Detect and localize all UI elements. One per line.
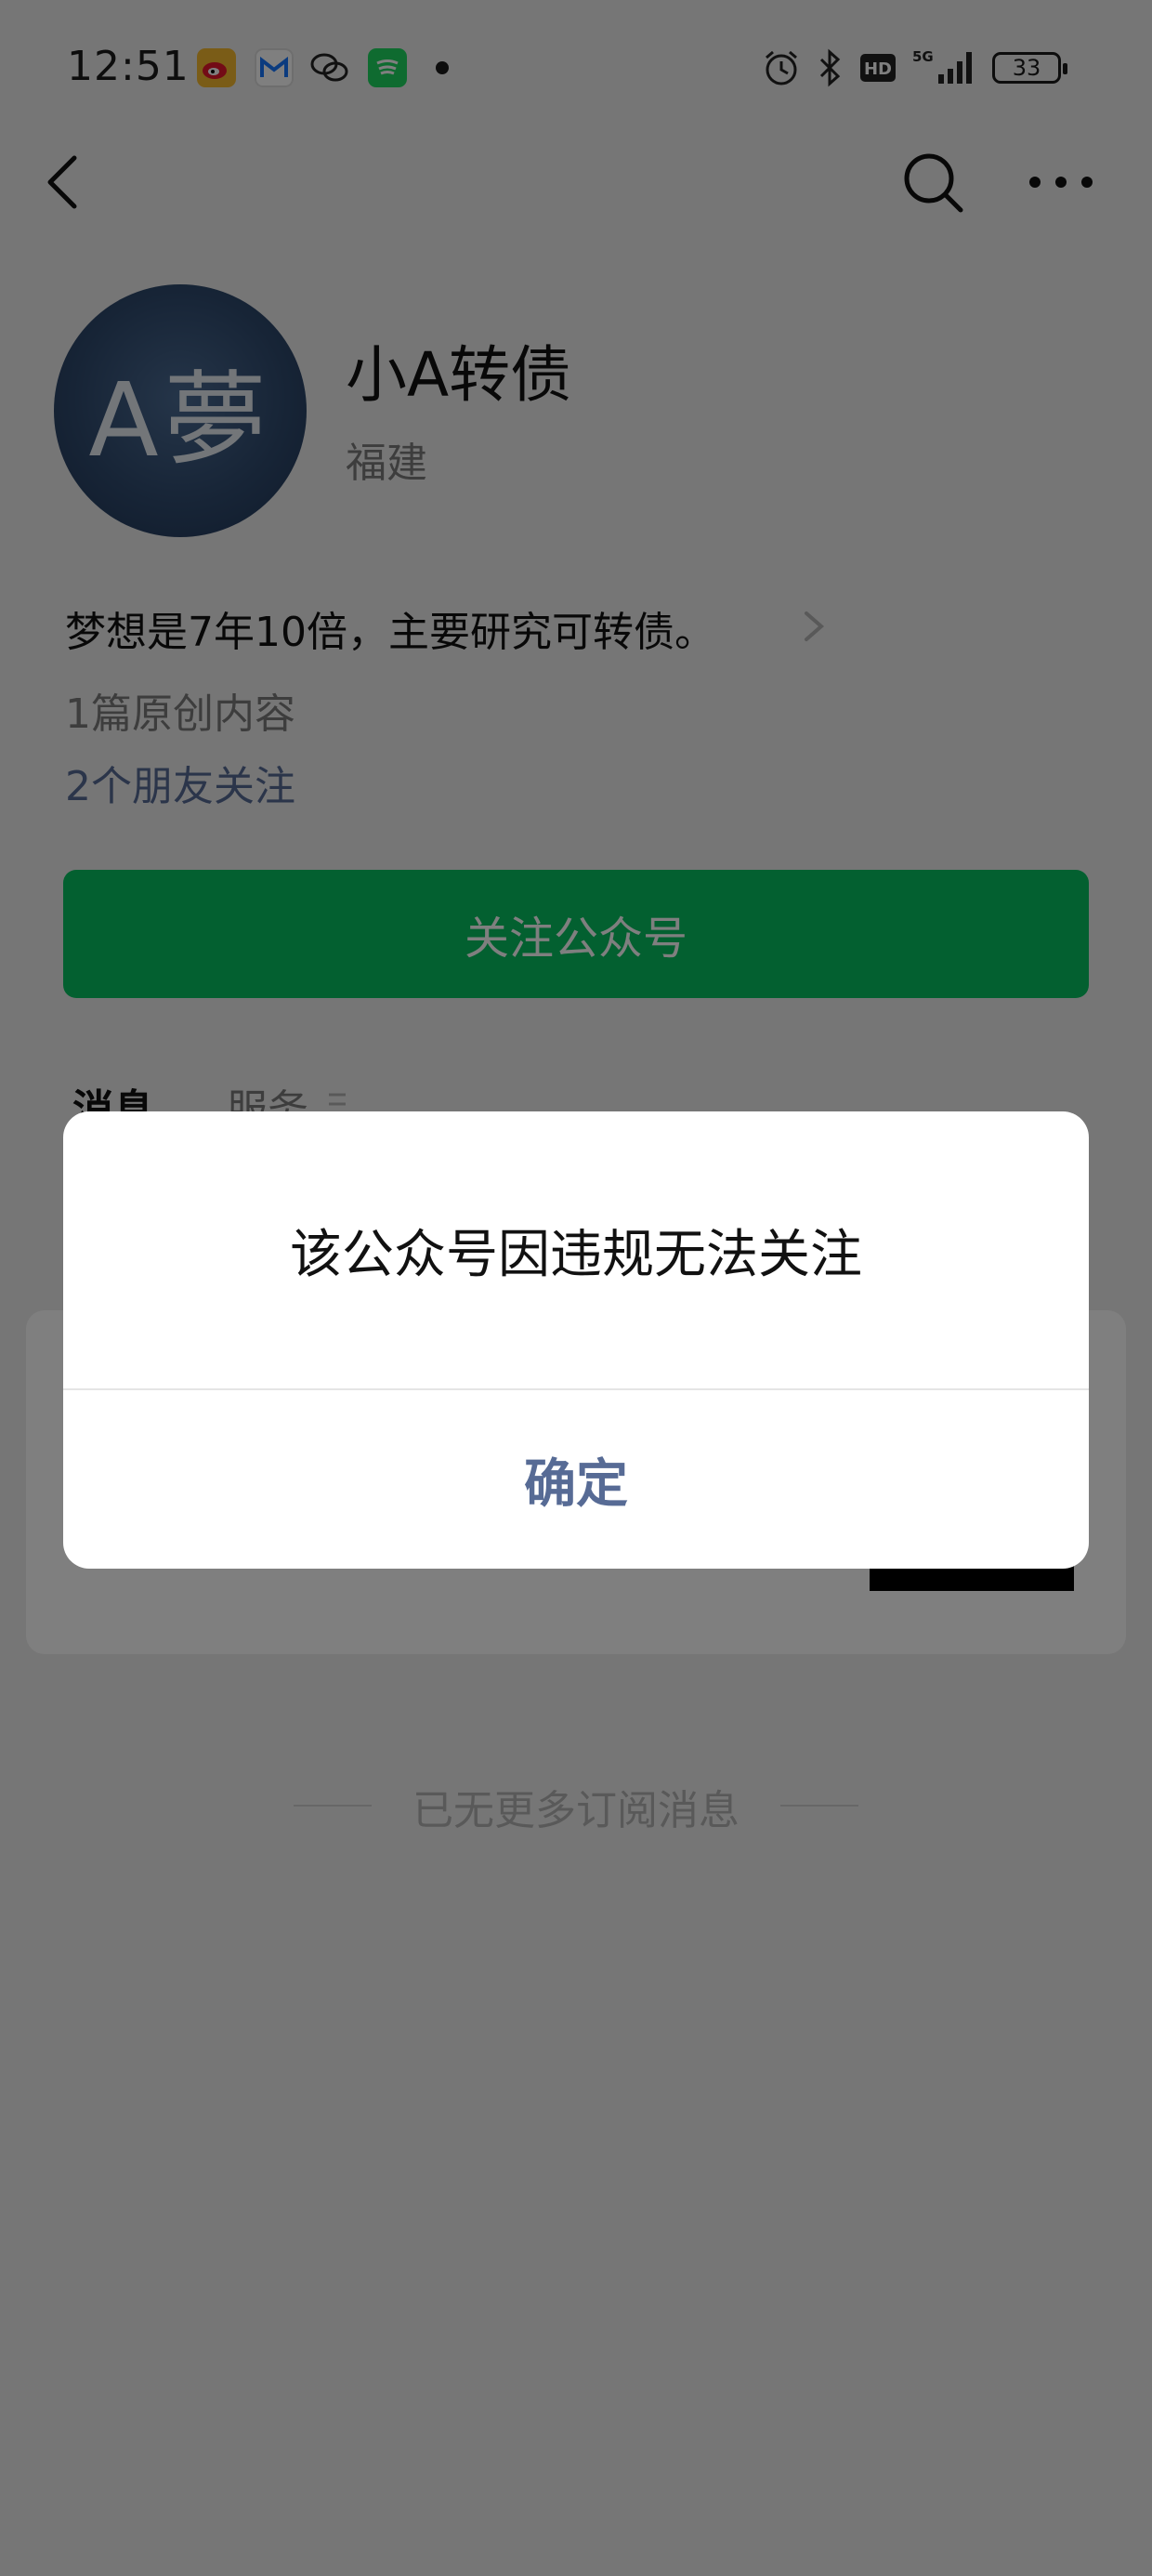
dialog-message: 该公众号因违规无法关注 [290, 1224, 862, 1285]
confirm-button[interactable]: 确定 [63, 1390, 1089, 1569]
alert-dialog: 该公众号因违规无法关注 确定 [63, 1111, 1089, 1569]
